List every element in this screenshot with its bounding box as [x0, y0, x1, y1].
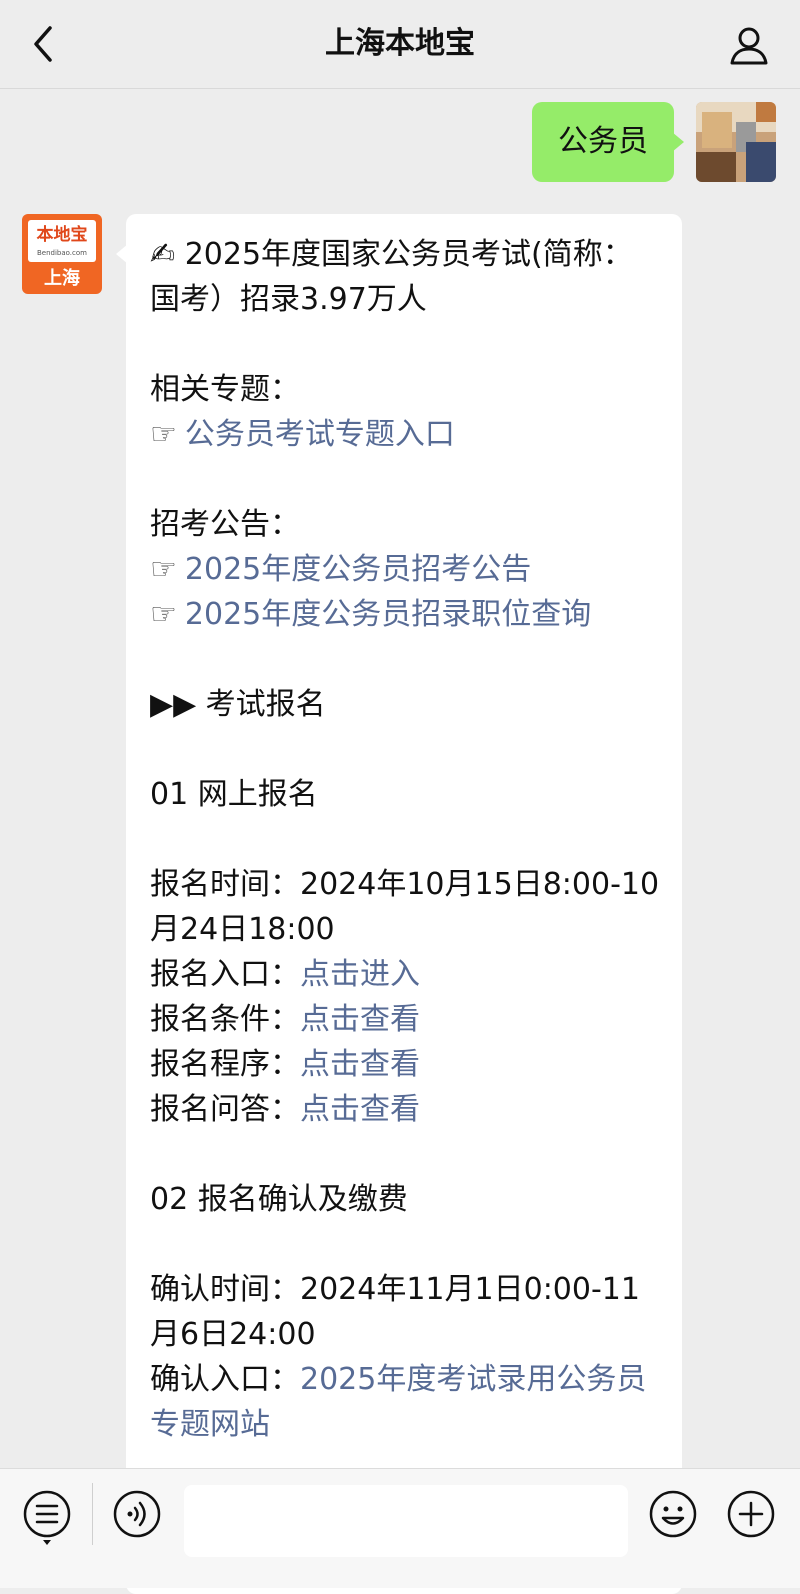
title-text: 2025年度国家公务员考试(简称：国考）招录3.97万人 — [150, 237, 633, 317]
divider — [92, 1483, 93, 1545]
step1-qa-link[interactable]: 点击查看 — [300, 1092, 420, 1127]
notice-link-1[interactable]: 2025年度公务员招考公告 — [185, 552, 531, 587]
notice-heading: 招考公告： — [150, 507, 300, 542]
profile-button[interactable] — [728, 24, 770, 66]
notice-row-1: ☞ 2025年度公务员招考公告 — [150, 547, 660, 592]
emoji-button[interactable] — [648, 1489, 698, 1539]
step1-proc-row: 报名程序：点击查看 — [150, 1042, 660, 1087]
message-title: ✍ 2025年度国家公务员考试(简称：国考）招录3.97万人 — [150, 232, 660, 322]
person-icon — [730, 27, 768, 65]
voice-button[interactable] — [112, 1489, 162, 1539]
step1-time: 报名时间：2024年10月15日8:00-10月24日18:00 — [150, 867, 660, 947]
chat-header: 上海本地宝 — [0, 0, 800, 89]
sent-message-bubble[interactable]: 公务员 — [532, 102, 684, 182]
message-input[interactable] — [184, 1485, 628, 1557]
step1-entry-label: 报名入口： — [150, 957, 300, 992]
step1-qa-row: 报名问答：点击查看 — [150, 1087, 660, 1132]
avatar-logo: 本地宝 Bendibao.com — [28, 220, 96, 262]
menu-list-icon — [23, 1490, 71, 1545]
notice-row-2: ☞ 2025年度公务员招录职位查询 — [150, 592, 660, 637]
page-title: 上海本地宝 — [325, 26, 475, 61]
related-row: ☞ 公务员考试专题入口 — [150, 412, 660, 457]
step1-qa-label: 报名问答： — [150, 1092, 300, 1127]
avatar-logo-text: 本地宝 — [36, 225, 88, 245]
plus-button[interactable] — [726, 1489, 776, 1539]
notice-link-2[interactable]: 2025年度公务员招录职位查询 — [185, 597, 591, 632]
step1-cond-link[interactable]: 点击查看 — [300, 1002, 420, 1037]
step2-heading: 02 报名确认及缴费 — [150, 1182, 408, 1217]
step2-entry-label: 确认入口： — [150, 1362, 300, 1397]
step2-time: 确认时间：2024年11月1日0:00-11月6日24:00 — [150, 1272, 640, 1352]
plus-icon — [727, 1490, 775, 1538]
avatar-city: 上海 — [44, 268, 80, 289]
section-heading: ▶▶ 考试报名 — [150, 687, 326, 722]
avatar-logo-sub: Bendibao.com — [36, 249, 87, 257]
menu-button[interactable] — [22, 1489, 72, 1545]
step1-entry-row: 报名入口：点击进入 — [150, 952, 660, 997]
pointing-hand-icon: ☞ — [150, 597, 177, 632]
step1-entry-link[interactable]: 点击进入 — [300, 957, 420, 992]
step2-entry-row: 确认入口：2025年度考试录用公务员专题网站 — [150, 1357, 660, 1447]
step1-cond-label: 报名条件： — [150, 1002, 300, 1037]
step1-cond-row: 报名条件：点击查看 — [150, 997, 660, 1042]
related-heading: 相关专题： — [150, 372, 300, 407]
step1-heading: 01 网上报名 — [150, 777, 318, 812]
account-avatar[interactable]: 本地宝 Bendibao.com 上海 — [22, 214, 102, 294]
user-avatar[interactable] — [696, 102, 776, 182]
step1-proc-label: 报名程序： — [150, 1047, 300, 1082]
emoji-icon — [649, 1490, 697, 1538]
voice-icon — [113, 1490, 161, 1538]
step1-proc-link[interactable]: 点击查看 — [300, 1047, 420, 1082]
received-message-bubble: ✍ 2025年度国家公务员考试(简称：国考）招录3.97万人 相关专题： ☞ 公务… — [116, 214, 682, 1594]
writing-hand-icon: ✍ — [150, 237, 176, 272]
pointing-hand-icon: ☞ — [150, 417, 177, 452]
user-avatar-image — [696, 102, 776, 182]
related-link[interactable]: 公务员考试专题入口 — [185, 417, 455, 452]
pointing-hand-icon: ☞ — [150, 552, 177, 587]
input-bar — [0, 1468, 800, 1588]
